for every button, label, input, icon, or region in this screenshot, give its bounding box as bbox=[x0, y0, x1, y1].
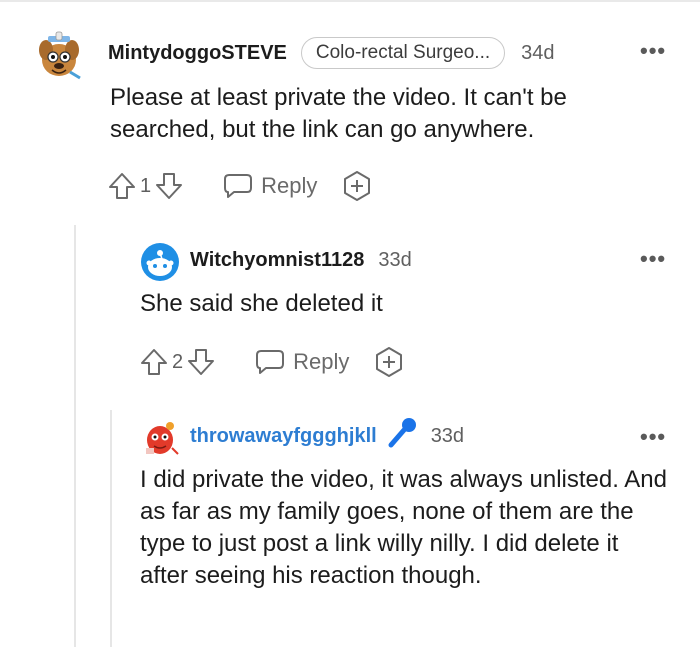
vote-count: 1 bbox=[140, 174, 152, 197]
vote-count: 2 bbox=[172, 350, 184, 373]
username[interactable]: MintydoggoSTEVE bbox=[108, 42, 287, 65]
comment-age: 33d bbox=[378, 248, 412, 271]
username[interactable]: Witchyomnist1128 bbox=[190, 249, 364, 272]
more-options-button[interactable]: ••• bbox=[640, 38, 666, 64]
downvote-icon[interactable] bbox=[187, 347, 215, 377]
more-options-button[interactable]: ••• bbox=[640, 246, 666, 272]
downvote-icon[interactable] bbox=[155, 171, 183, 201]
comment-text: She said she deleted it bbox=[140, 290, 383, 317]
avatar[interactable] bbox=[140, 418, 180, 458]
award-icon[interactable] bbox=[341, 170, 373, 202]
avatar[interactable] bbox=[140, 242, 180, 282]
comment: Witchyomnist1128 33d ••• She said she de… bbox=[0, 230, 700, 400]
comment-text: I did private the video, it was always u… bbox=[140, 466, 667, 589]
more-options-button[interactable]: ••• bbox=[640, 424, 666, 450]
avatar[interactable] bbox=[34, 30, 84, 82]
reply-button[interactable]: Reply bbox=[255, 348, 349, 376]
reply-icon bbox=[255, 348, 293, 376]
award-icon[interactable] bbox=[373, 346, 405, 378]
upvote-icon[interactable] bbox=[140, 347, 168, 377]
comment-age: 33d bbox=[430, 424, 465, 447]
microphone-icon bbox=[387, 417, 417, 456]
comment-text: Please at least private the video. It ca… bbox=[110, 84, 567, 143]
comment: MintydoggoSTEVE Colo-rectal Surgeo... 34… bbox=[0, 0, 700, 220]
reply-label: Reply bbox=[293, 349, 350, 374]
upvote-icon[interactable] bbox=[108, 171, 136, 201]
reply-icon bbox=[223, 172, 261, 200]
reply-button[interactable]: Reply bbox=[223, 172, 317, 200]
comment-age: 34d bbox=[521, 41, 555, 64]
username[interactable]: throwawayfggghjkll bbox=[190, 425, 377, 448]
user-flair: Colo-rectal Surgeo... bbox=[300, 37, 506, 69]
comment: throwawayfggghjkll 33d ••• I did private… bbox=[0, 410, 700, 647]
reply-label: Reply bbox=[261, 173, 318, 198]
